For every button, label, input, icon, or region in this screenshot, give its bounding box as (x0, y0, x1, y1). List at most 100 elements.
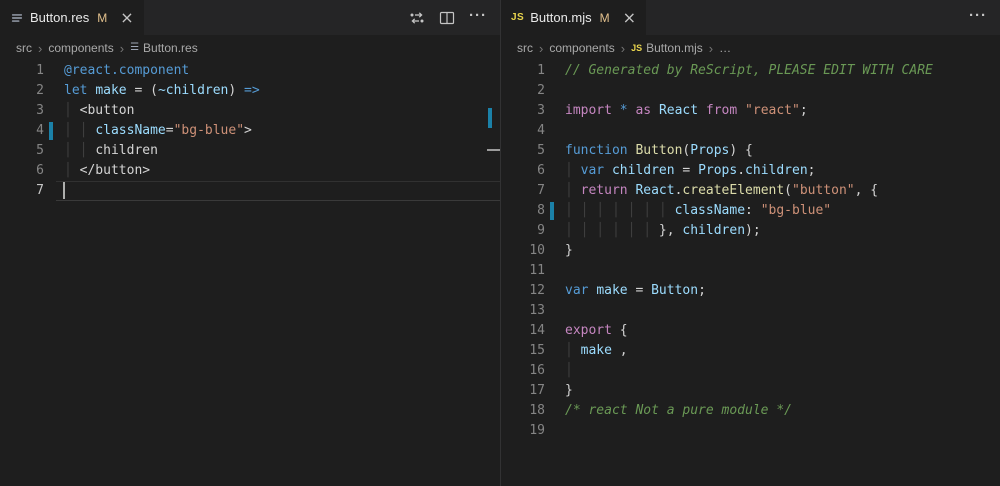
code-line-3[interactable]: 3import * as React from "react"; (501, 101, 1000, 121)
more-actions-icon[interactable]: ··· (969, 8, 987, 27)
code-text: │ │ │ │ │ │ }, children); (545, 221, 1000, 241)
open-changes-icon[interactable] (409, 10, 425, 26)
code-line-2[interactable]: 2let make = (~children) => (0, 81, 500, 101)
tab-button-mjs[interactable]: JS Button.mjs M × (501, 0, 646, 35)
code-line-6[interactable]: 6│ </button> (0, 161, 500, 181)
line-number: 3 (501, 101, 545, 121)
breadcrumb-item[interactable]: src (517, 41, 533, 55)
line-number: 16 (501, 361, 545, 381)
code-text: │ return React.createElement("button", { (545, 181, 1000, 201)
git-modified-badge: M (97, 11, 107, 25)
line-number: 5 (501, 141, 545, 161)
line-number: 15 (501, 341, 545, 361)
line-number: 18 (501, 401, 545, 421)
code-text: // Generated by ReScript, PLEASE EDIT WI… (545, 61, 1000, 81)
editor-actions-left: ··· (409, 0, 500, 35)
breadcrumb-label: Button.mjs (646, 41, 703, 55)
close-icon[interactable]: × (120, 10, 133, 26)
breadcrumb-item[interactable]: src (16, 41, 32, 55)
text-file-icon: ☰ (130, 43, 139, 53)
code-text: │ │ │ │ │ │ │ className: "bg-blue" (545, 201, 1000, 221)
js-file-icon: JS (631, 43, 642, 53)
code-line-7[interactable]: 7│ return React.createElement("button", … (501, 181, 1000, 201)
line-number: 3 (0, 101, 44, 121)
code-editor-left[interactable]: 1@react.component2let make = (~children)… (0, 61, 500, 486)
code-text: │ (545, 361, 1000, 381)
code-line-16[interactable]: 16│ (501, 361, 1000, 381)
code-line-4[interactable]: 4│ │ className="bg-blue"> (0, 121, 500, 141)
code-text: import * as React from "react"; (545, 101, 1000, 121)
breadcrumb-item[interactable]: JS Button.mjs (631, 41, 703, 55)
code-line-10[interactable]: 10} (501, 241, 1000, 261)
code-line-9[interactable]: 9│ │ │ │ │ │ }, children); (501, 221, 1000, 241)
breadcrumb-item[interactable]: components (549, 41, 614, 55)
more-actions-icon[interactable]: ··· (469, 8, 487, 27)
code-line-15[interactable]: 15│ make , (501, 341, 1000, 361)
line-number: 6 (501, 161, 545, 181)
git-modified-badge: M (600, 11, 610, 25)
editor-pane-right: JS Button.mjs M × ··· src›components›JSB… (500, 0, 1000, 486)
breadcrumb-item[interactable]: ☰Button.res (130, 41, 198, 55)
breadcrumb-label: components (549, 41, 614, 55)
code-line-3[interactable]: 3│ <button (0, 101, 500, 121)
code-line-1[interactable]: 1// Generated by ReScript, PLEASE EDIT W… (501, 61, 1000, 81)
line-number: 12 (501, 281, 545, 301)
chevron-right-icon: › (120, 41, 124, 56)
line-number: 9 (501, 221, 545, 241)
code-line-5[interactable]: 5│ │ children (0, 141, 500, 161)
line-number: 10 (501, 241, 545, 261)
code-text (545, 81, 1000, 101)
line-number: 6 (0, 161, 44, 181)
line-number: 7 (0, 181, 44, 201)
tab-label: Button.mjs (530, 10, 591, 25)
breadcrumb-left: src › components › ☰Button.res (0, 35, 500, 61)
code-line-1[interactable]: 1@react.component (0, 61, 500, 81)
breadcrumb-item[interactable]: components (48, 41, 113, 55)
code-text (545, 301, 1000, 321)
breadcrumb-item[interactable]: … (719, 41, 731, 55)
close-icon[interactable]: × (623, 10, 636, 26)
code-text (545, 421, 1000, 441)
code-line-5[interactable]: 5function Button(Props) { (501, 141, 1000, 161)
code-line-18[interactable]: 18/* react Not a pure module */ (501, 401, 1000, 421)
gutter-modified-indicator (49, 122, 53, 140)
code-line-8[interactable]: 8│ │ │ │ │ │ │ className: "bg-blue" (501, 201, 1000, 221)
code-line-19[interactable]: 19 (501, 421, 1000, 441)
line-number: 19 (501, 421, 545, 441)
tab-button-res[interactable]: Button.res M × (0, 0, 144, 35)
line-number: 5 (0, 141, 44, 161)
code-line-2[interactable]: 2 (501, 81, 1000, 101)
code-text: │ <button (44, 101, 500, 121)
chevron-right-icon: › (38, 41, 42, 56)
code-line-7[interactable]: 7 (0, 181, 500, 201)
code-line-6[interactable]: 6│ var children = Props.children; (501, 161, 1000, 181)
split-editor-icon[interactable] (439, 10, 455, 26)
code-line-12[interactable]: 12var make = Button; (501, 281, 1000, 301)
breadcrumb-right: src›components›JSButton.mjs›… (501, 35, 1000, 61)
tab-label: Button.res (30, 10, 89, 25)
line-number: 7 (501, 181, 545, 201)
line-number: 11 (501, 261, 545, 281)
code-text: export { (545, 321, 1000, 341)
code-text: @react.component (44, 61, 500, 81)
line-number: 2 (0, 81, 44, 101)
code-text (44, 181, 500, 201)
text-cursor (63, 182, 65, 199)
vscode-window: Button.res M × ··· src›co (0, 0, 1000, 486)
code-text: │ </button> (44, 161, 500, 181)
line-number: 1 (501, 61, 545, 81)
code-text: } (545, 241, 1000, 261)
code-line-13[interactable]: 13 (501, 301, 1000, 321)
code-line-14[interactable]: 14export { (501, 321, 1000, 341)
code-text (545, 121, 1000, 141)
tab-bar-right: JS Button.mjs M × ··· (501, 0, 1000, 35)
breadcrumb-label: src (517, 41, 533, 55)
code-line-11[interactable]: 11 (501, 261, 1000, 281)
line-number: 8 (501, 201, 545, 221)
code-line-4[interactable]: 4 (501, 121, 1000, 141)
chevron-right-icon: › (539, 41, 543, 56)
code-editor-right[interactable]: 1// Generated by ReScript, PLEASE EDIT W… (501, 61, 1000, 486)
text-file-icon (10, 11, 24, 25)
code-text: function Button(Props) { (545, 141, 1000, 161)
code-line-17[interactable]: 17} (501, 381, 1000, 401)
